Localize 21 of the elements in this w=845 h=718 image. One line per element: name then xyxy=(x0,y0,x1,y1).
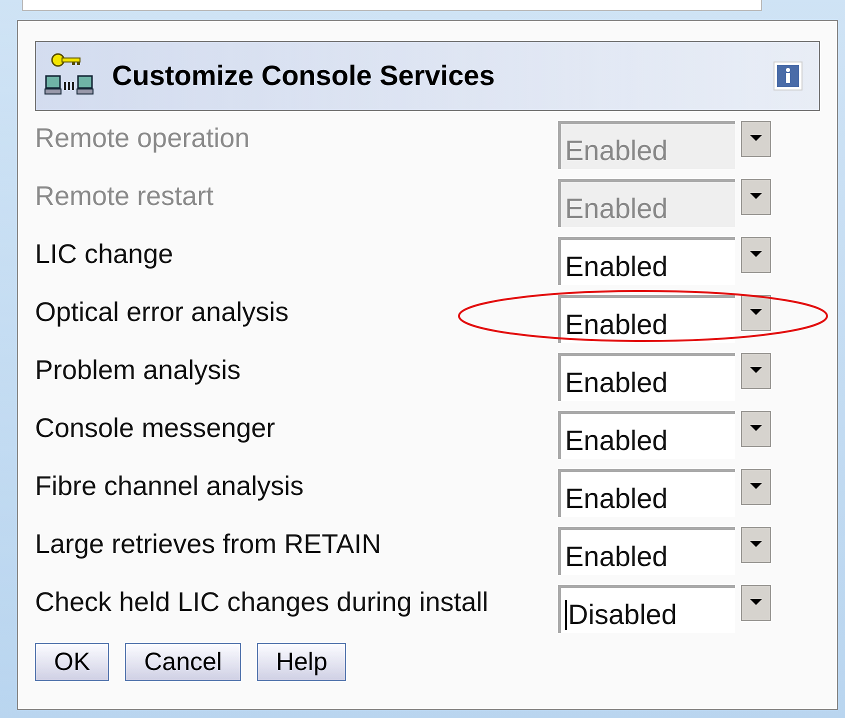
dialog-button[interactable]: Help xyxy=(256,643,346,681)
setting-label: Remote restart xyxy=(35,180,215,212)
dialog-button[interactable]: OK xyxy=(35,643,110,681)
setting-label: Fibre channel analysis xyxy=(35,470,305,502)
setting-label: Optical error analysis xyxy=(35,296,290,328)
dropdown-field[interactable]: Enabled xyxy=(558,353,735,401)
info-icon[interactable] xyxy=(773,61,803,91)
setting-label: Console messenger xyxy=(35,412,276,444)
setting-label: LIC change xyxy=(35,238,174,270)
dropdown-field[interactable]: Enabled xyxy=(558,295,735,343)
dropdown-field[interactable]: Enabled xyxy=(558,469,735,517)
setting-label: Remote operation xyxy=(35,122,251,154)
dropdown-field[interactable]: Enabled xyxy=(558,411,735,459)
setting-label: Large retrieves from RETAIN xyxy=(35,528,382,560)
dialog-button[interactable]: Cancel xyxy=(125,643,241,681)
setting-label: Check held LIC changes during install xyxy=(35,586,490,618)
dropdown-field[interactable]: Enabled xyxy=(558,527,735,575)
dialog-title: Customize Console Services xyxy=(112,60,496,92)
setting-label: Problem analysis xyxy=(35,354,242,386)
dropdown-field[interactable]: Enabled xyxy=(558,237,735,285)
dropdown-field[interactable]: Disabled xyxy=(558,585,735,633)
